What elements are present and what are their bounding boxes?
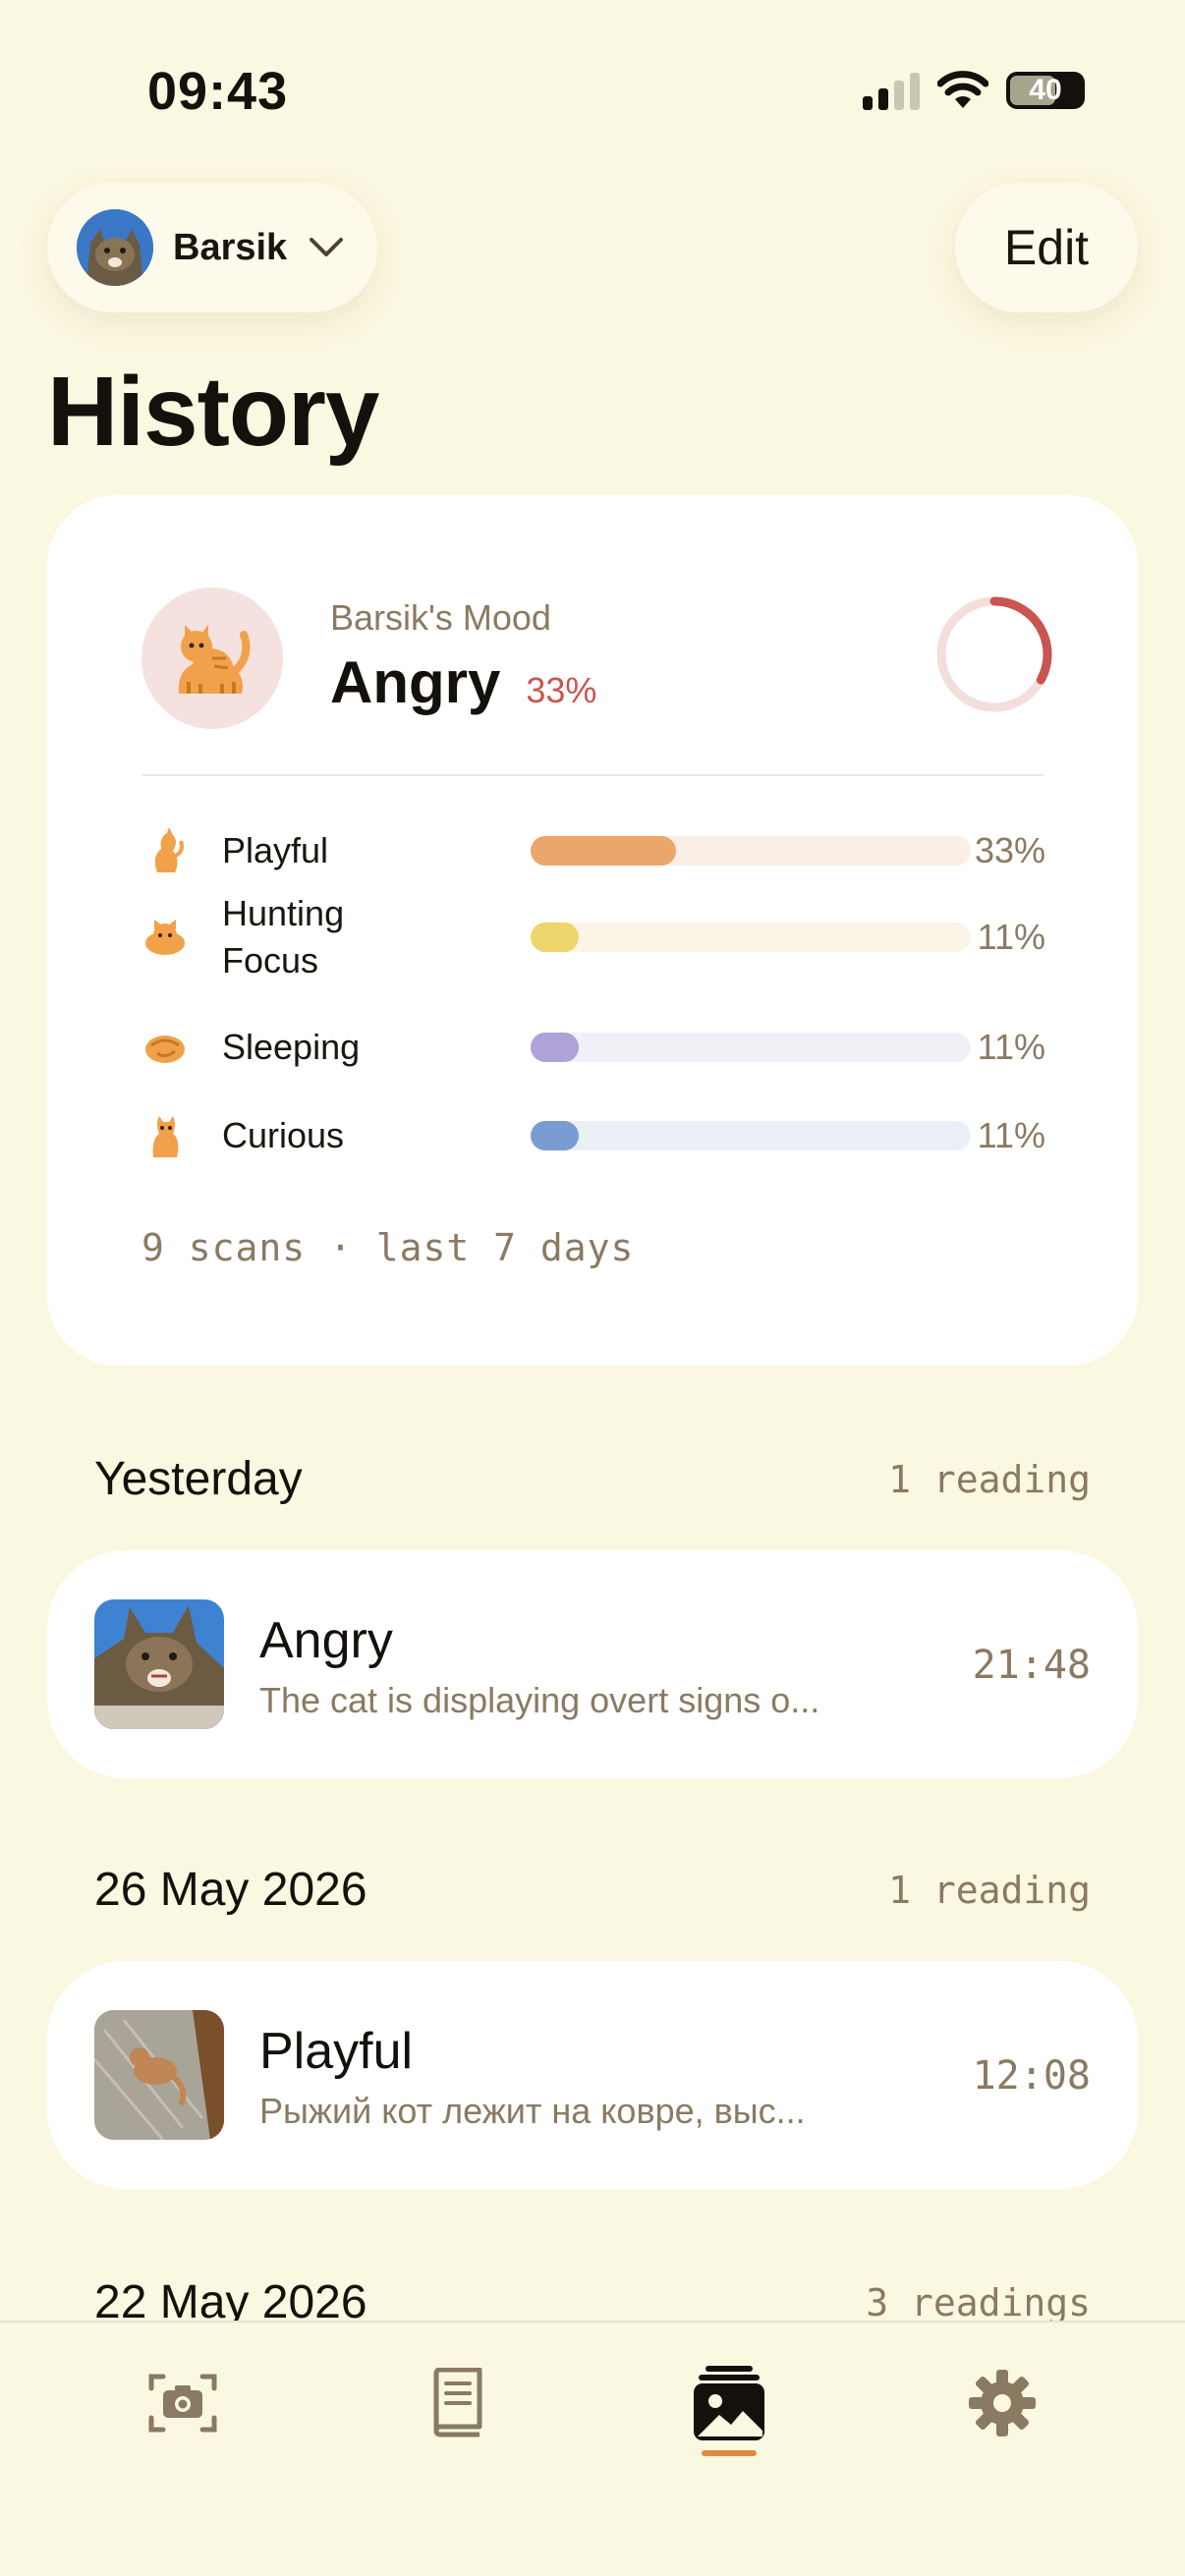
breakdown-label: Playful xyxy=(222,830,329,870)
breakdown-bar-fill xyxy=(531,923,580,952)
breakdown-row-curious: Curious 11% xyxy=(141,1112,1045,1159)
entry-time: 12:08 xyxy=(972,2053,1091,2099)
tab-bar xyxy=(0,2321,1185,2576)
status-time: 09:43 xyxy=(147,62,289,121)
section-title: Yesterday xyxy=(94,1453,303,1505)
mood-headline: Angry 33% xyxy=(330,648,596,716)
cat-curious-icon xyxy=(141,1112,189,1159)
gear-icon xyxy=(969,2370,1036,2436)
scan-summary: 9 scans · last 7 days xyxy=(141,1226,635,1269)
breakdown-value: 11% xyxy=(977,1115,1045,1155)
section-count: 1 reading xyxy=(888,1868,1091,1912)
cat-angry-icon xyxy=(178,625,251,694)
breakdown-bar xyxy=(531,1121,971,1150)
entry-description: The cat is displaying overt signs o... xyxy=(259,1680,820,1720)
breakdown-bar xyxy=(531,923,971,952)
breakdown-value: 11% xyxy=(977,917,1045,957)
camera-icon xyxy=(148,2374,217,2433)
entry-thumbnail xyxy=(94,1599,224,1729)
breakdown-bar xyxy=(531,836,971,866)
mood-name: Angry xyxy=(330,649,501,715)
mood-avatar xyxy=(141,588,283,729)
section-count: 1 reading xyxy=(888,1457,1091,1501)
tab-settings[interactable] xyxy=(953,2354,1051,2452)
battery-level: 40 xyxy=(1029,74,1062,106)
cat-sleeping-icon xyxy=(141,1024,189,1071)
breakdown-label: Curious xyxy=(222,1115,345,1155)
section-title: 26 May 2026 xyxy=(94,1864,367,1916)
book-icon xyxy=(433,2368,482,2437)
gallery-icon xyxy=(694,2366,764,2440)
breakdown-bar-fill xyxy=(531,1121,580,1150)
entry-thumbnail xyxy=(94,2010,224,2140)
breakdown-bar xyxy=(531,1033,971,1062)
breakdown-row-hunting: Hunting Focus 11% xyxy=(141,890,1045,984)
pet-selector[interactable]: Barsik xyxy=(47,183,377,312)
breakdown-value: 11% xyxy=(977,1027,1045,1067)
section-header: 26 May 2026 1 reading xyxy=(94,1863,1091,1917)
section-count: 3 readings xyxy=(866,2280,1091,2324)
cellular-signal-icon xyxy=(863,71,920,110)
breakdown-value: 33% xyxy=(974,830,1045,870)
breakdown-label: Hunting Focus xyxy=(222,893,345,980)
breakdown-label: Sleeping xyxy=(222,1027,361,1067)
active-tab-indicator xyxy=(702,2450,757,2456)
history-entry[interactable]: Playful Рыжий кот лежит на ковре, выс...… xyxy=(47,1961,1138,2189)
breakdown-row-sleeping: Sleeping 11% xyxy=(141,1024,1045,1071)
history-entry[interactable]: Angry The cat is displaying overt signs … xyxy=(47,1550,1138,1778)
pet-avatar xyxy=(77,209,153,286)
section-header: Yesterday 1 reading xyxy=(94,1452,1091,1506)
mood-percent: 33% xyxy=(526,670,597,710)
entry-time: 21:48 xyxy=(972,1643,1091,1688)
mood-ring-chart xyxy=(936,596,1052,712)
mood-subtitle: Barsik's Mood xyxy=(330,597,551,638)
entry-mood: Angry xyxy=(259,1612,393,1669)
mood-summary-card[interactable]: Barsik's Mood Angry 33% Playful 33% Hunt… xyxy=(47,495,1138,1366)
entry-mood: Playful xyxy=(259,2023,414,2080)
wifi-icon xyxy=(937,71,988,108)
entry-description: Рыжий кот лежит на ковре, выс... xyxy=(259,2091,806,2131)
battery-icon: 40 xyxy=(1006,72,1085,109)
breakdown-bar-fill xyxy=(531,1033,580,1062)
breakdown-row-playful: Playful 33% xyxy=(141,827,1045,874)
cat-playful-icon xyxy=(141,827,189,874)
edit-button[interactable]: Edit xyxy=(955,183,1138,312)
chevron-down-icon xyxy=(310,238,344,256)
breakdown-bar-fill xyxy=(531,836,676,866)
tab-camera[interactable] xyxy=(134,2354,232,2452)
cat-hunting-icon xyxy=(141,914,189,961)
page-title: History xyxy=(47,357,380,467)
status-indicators: 40 xyxy=(863,71,1085,110)
pet-name: Barsik xyxy=(173,226,288,268)
tab-history[interactable] xyxy=(680,2354,778,2452)
card-divider xyxy=(141,774,1044,776)
tab-guide[interactable] xyxy=(407,2354,505,2452)
